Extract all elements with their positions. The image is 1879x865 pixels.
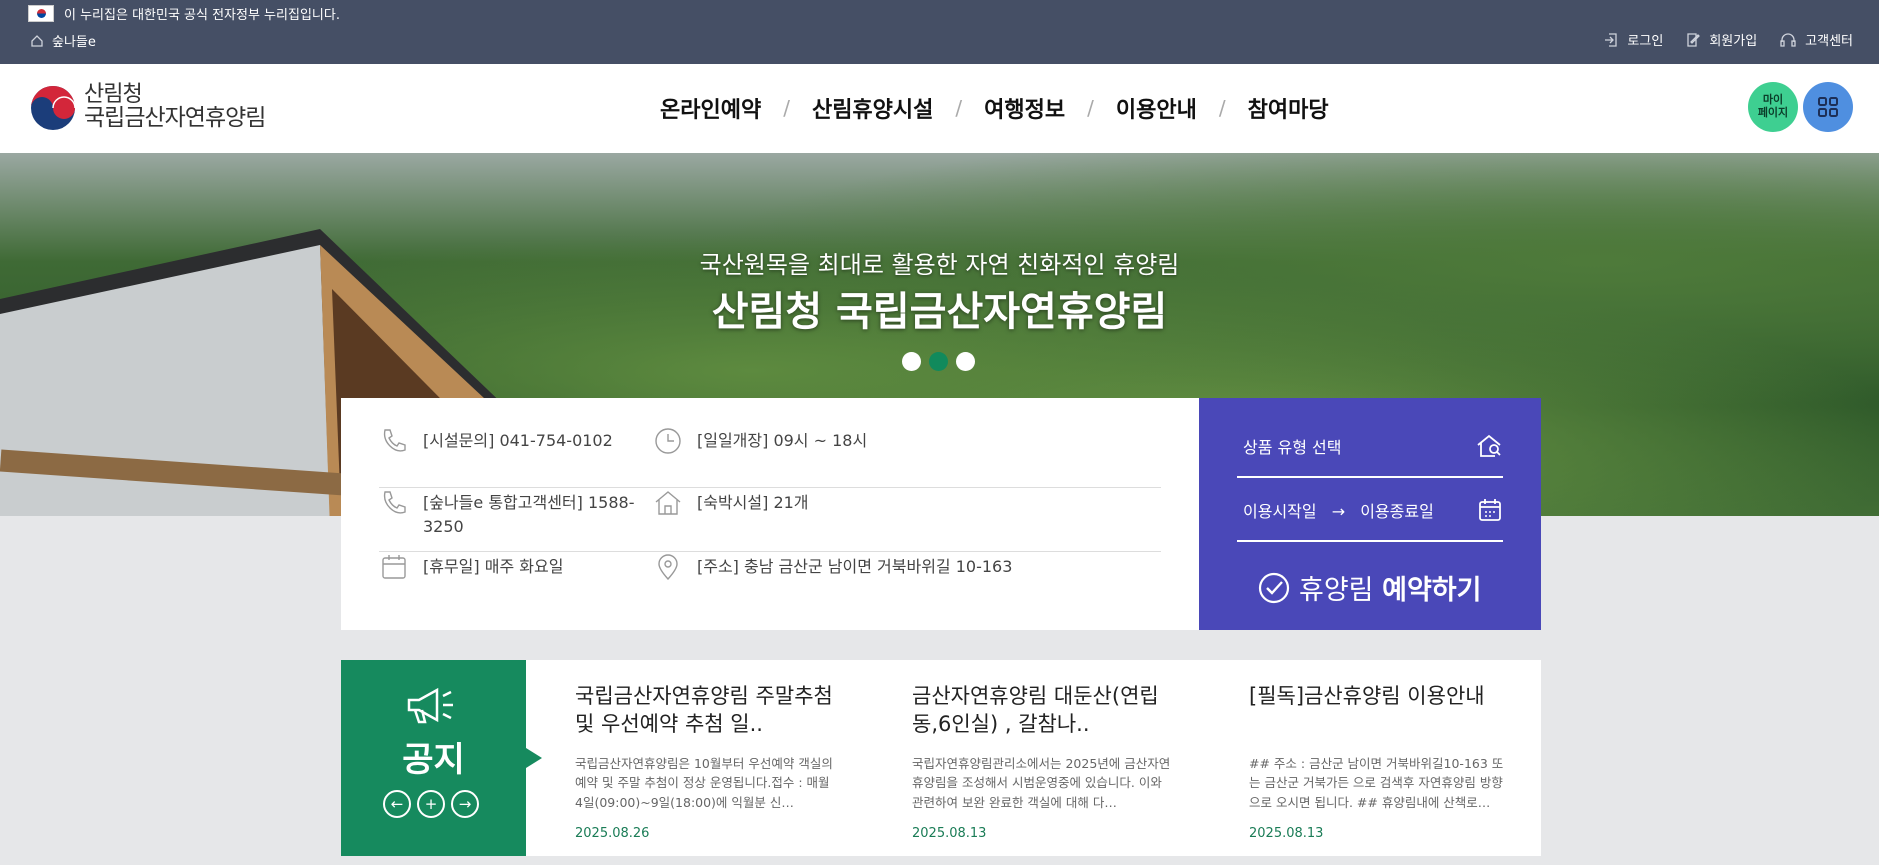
- info-address: [주소] 충남 금산군 남이면 거북바위길 10-163: [653, 552, 1012, 618]
- phone-icon: [383, 491, 406, 514]
- info-closed: [휴무일] 매주 화요일: [379, 552, 653, 618]
- reserve-button-light: 휴양림: [1299, 575, 1374, 606]
- mypage-label-2: 페이지: [1757, 106, 1789, 119]
- main-nav: 온라인예약 / 산림휴양시설 / 여행정보 / 이용안내 / 참여마당: [660, 92, 1329, 124]
- site-header: 산림청 국립금산자연휴양림 온라인예약 / 산림휴양시설 / 여행정보 / 이용…: [0, 64, 1879, 153]
- calendar-icon: [382, 555, 406, 579]
- end-date-label: 이용종료일: [1360, 502, 1434, 521]
- product-type-select[interactable]: 상품 유형 선택: [1237, 416, 1503, 478]
- location-pin-icon: [658, 554, 678, 581]
- house-icon: [655, 491, 681, 515]
- info-hours: [일일개장] 09시 ~ 18시: [653, 426, 867, 487]
- gov-banner-text: 이 누리집은 대한민국 공식 전자정부 누리집입니다.: [64, 8, 340, 23]
- notice-post-date: 2025.08.26: [575, 826, 650, 841]
- notice-more-button[interactable]: +: [417, 790, 445, 818]
- info-lodging-text: [숙박시설] 21개: [697, 493, 809, 512]
- notice-section: 공지 ← + → 국립금산자연휴양림 주말추첨 및 우선예약 추첨 일.. 국립…: [341, 660, 1541, 856]
- nav-online-reservation[interactable]: 온라인예약: [660, 92, 761, 124]
- start-date-label: 이용시작일: [1243, 502, 1317, 521]
- customer-center-link[interactable]: 고객센터: [1779, 30, 1853, 49]
- forest-service-logo-icon: [31, 86, 76, 130]
- info-panel: [시설문의] 041-754-0102 [일일개장] 09시 ~ 18시 [숲나…: [341, 398, 1199, 630]
- notice-title: 공지: [402, 740, 465, 780]
- info-row: [숲나들e 통합고객센터] 1588-3250 [숙박시설] 21개: [379, 488, 1161, 552]
- notice-post[interactable]: 국립금산자연휴양림 주말추첨 및 우선예약 추첨 일.. 국립금산자연휴양림은 …: [575, 682, 835, 841]
- info-phone-text: [시설문의] 041-754-0102: [423, 431, 613, 450]
- slide-indicator: [902, 352, 975, 371]
- notice-next-button[interactable]: →: [451, 790, 479, 818]
- site-logo[interactable]: 산림청 국립금산자연휴양림: [28, 82, 266, 132]
- nav-separator: /: [1218, 96, 1226, 120]
- notice-post-title: 국립금산자연휴양림 주말추첨 및 우선예약 추첨 일..: [575, 684, 833, 737]
- arrow-right-icon: →: [1331, 502, 1346, 521]
- util-menu: 로그인 회원가입 고객센터: [1603, 30, 1853, 49]
- notice-post[interactable]: 금산자연휴양림 대둔산(연립동,6인실) , 갈참나.. 국립자연휴양림관리소에…: [912, 682, 1172, 841]
- info-address-text: [주소] 충남 금산군 남이면 거북바위길 10-163: [697, 557, 1013, 576]
- top-bar: 이 누리집은 대한민국 공식 전자정부 누리집입니다. 숲나들e 로그인 회원가…: [0, 0, 1879, 64]
- nav-separator: /: [1087, 96, 1094, 120]
- korea-flag-icon: [28, 5, 54, 22]
- check-circle-icon: [1258, 572, 1290, 603]
- logo-line2: 국립금산자연휴양림: [84, 105, 266, 132]
- signup-link[interactable]: 회원가입: [1685, 30, 1757, 49]
- info-center: [숲나들e 통합고객센터] 1588-3250: [379, 488, 653, 551]
- nav-usage-guide[interactable]: 이용안내: [1116, 92, 1197, 124]
- home-search-icon: [1477, 434, 1501, 457]
- notice-tag: 공지 ← + →: [341, 660, 542, 856]
- logo-text: 산림청 국립금산자연휴양림: [84, 82, 266, 132]
- notice-prev-button[interactable]: ←: [383, 790, 411, 818]
- info-lodging: [숙박시설] 21개: [653, 488, 809, 551]
- info-center-text: [숲나들e 통합고객센터] 1588-3250: [423, 493, 635, 536]
- info-phone: [시설문의] 041-754-0102: [379, 426, 653, 487]
- nav-separator: /: [783, 96, 790, 120]
- mypage-button[interactable]: 마이 페이지: [1748, 82, 1798, 132]
- date-range-select[interactable]: 이용시작일 → 이용종료일: [1237, 480, 1503, 542]
- login-icon: [1605, 32, 1618, 47]
- mypage-label-1: 마이: [1762, 93, 1784, 107]
- home-icon: [31, 34, 43, 47]
- headset-icon: [1780, 32, 1796, 47]
- notice-post-desc: 국립자연휴양림관리소에서는 2025년에 금산자연휴양림을 조성해서 시범운영중…: [912, 756, 1171, 810]
- notice-post[interactable]: [필독]금산휴양림 이용안내 ## 주소 : 금산군 남이면 거북바위길10-1…: [1249, 682, 1509, 841]
- notice-post-desc: ## 주소 : 금산군 남이면 거북바위길10-163 또는 금산군 거북가든 …: [1249, 756, 1504, 810]
- product-type-placeholder: 상품 유형 선택: [1243, 438, 1342, 457]
- hero-title: 산림청 국립금산자연휴양림: [711, 289, 1168, 335]
- grid-menu-icon: [1818, 97, 1838, 117]
- notice-post-date: 2025.08.13: [1249, 826, 1324, 841]
- slide-dot-2[interactable]: [929, 352, 948, 371]
- hero-subtitle: 국산원목을 최대로 활용한 자연 친화적인 휴양림: [699, 251, 1180, 279]
- megaphone-icon: [407, 687, 453, 724]
- notice-post-date: 2025.08.13: [912, 826, 987, 841]
- all-menu-button[interactable]: [1803, 82, 1853, 132]
- home-link-label: 숲나들e: [52, 35, 96, 50]
- customer-center-label: 고객센터: [1805, 34, 1853, 49]
- slide-dot-1[interactable]: [902, 352, 921, 371]
- login-label: 로그인: [1627, 34, 1664, 49]
- nav-travel-info[interactable]: 여행정보: [984, 92, 1065, 124]
- logo-line1: 산림청: [84, 82, 143, 108]
- login-link[interactable]: 로그인: [1603, 30, 1663, 49]
- notice-post-title: 금산자연휴양림 대둔산(연립동,6인실) , 갈참나..: [912, 684, 1159, 737]
- signup-icon: [1687, 32, 1701, 47]
- nav-separator: /: [955, 96, 963, 120]
- nav-forest-facilities[interactable]: 산림휴양시설: [812, 92, 933, 124]
- home-link[interactable]: 숲나들e: [30, 31, 96, 50]
- info-row: [휴무일] 매주 화요일 [주소] 충남 금산군 남이면 거북바위길 10-16…: [379, 552, 1161, 618]
- info-hours-text: [일일개장] 09시 ~ 18시: [697, 431, 868, 450]
- reserve-button-bold: 예약하기: [1382, 575, 1482, 606]
- reserve-button[interactable]: 휴양림 예약하기: [1257, 568, 1482, 607]
- info-closed-text: [휴무일] 매주 화요일: [423, 557, 564, 576]
- signup-label: 회원가입: [1709, 34, 1758, 49]
- phone-icon: [383, 429, 406, 452]
- notice-controls: ← + →: [383, 790, 479, 818]
- reservation-panel: 상품 유형 선택 이용시작일 → 이용종료일 휴양림 예약하기: [1199, 398, 1541, 630]
- calendar-icon: [1479, 499, 1501, 521]
- slide-dot-3[interactable]: [956, 352, 975, 371]
- notice-post-desc: 국립금산자연휴양림은 10월부터 우선예약 객실의 예약 및 주말 추첨이 정상…: [575, 756, 833, 810]
- info-row: [시설문의] 041-754-0102 [일일개장] 09시 ~ 18시: [379, 426, 1161, 488]
- nav-participation[interactable]: 참여마당: [1248, 92, 1329, 124]
- notice-post-title: [필독]금산휴양림 이용안내: [1249, 684, 1485, 708]
- gov-banner: 이 누리집은 대한민국 공식 전자정부 누리집입니다.: [28, 4, 340, 23]
- clock-icon: [655, 428, 681, 454]
